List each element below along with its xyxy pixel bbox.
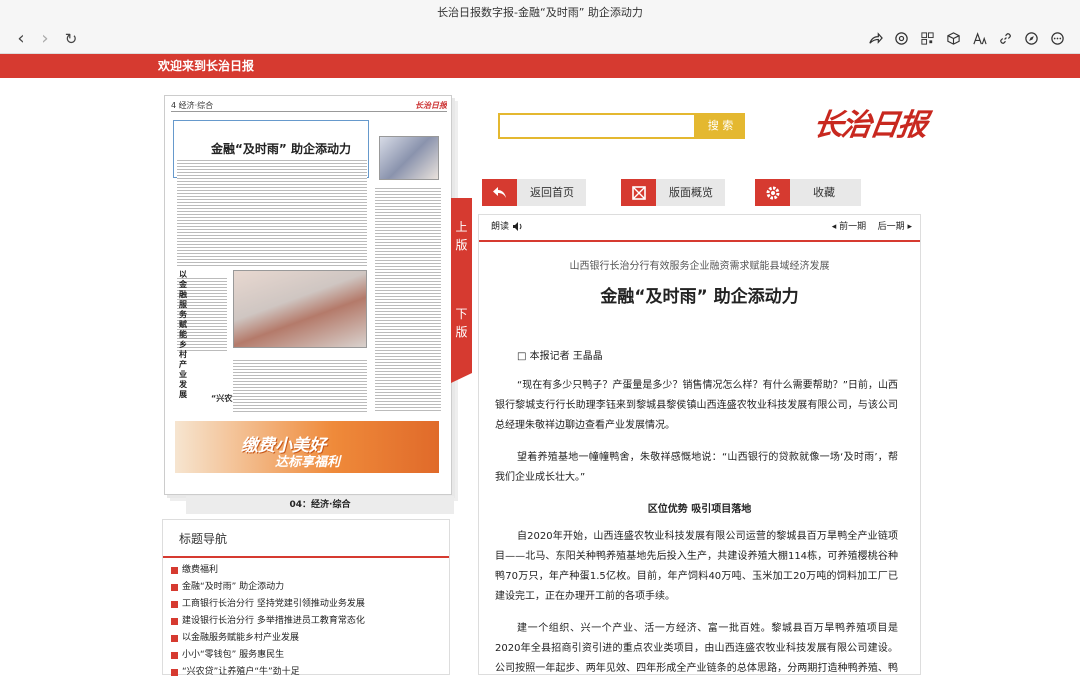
read-aloud-button[interactable]: 朗读 (491, 215, 524, 240)
forward-icon[interactable]: › (34, 29, 56, 51)
welcome-text: 欢迎来到长治日报 (158, 59, 255, 73)
overview-icon (621, 179, 656, 206)
favorite-button-label: 收藏 (813, 186, 835, 199)
ad-banner[interactable]: 缴费小美好 达标享福利 (175, 421, 439, 473)
nav-item-label[interactable]: “兴农贷”让养殖户“牛”劲十足 (182, 664, 300, 681)
link-icon[interactable] (997, 30, 1014, 47)
nav-item[interactable]: “兴农贷”让养殖户“牛”劲十足 (171, 664, 449, 681)
nav-item-label[interactable]: 以金融服务赋能乡村产业发展 (182, 630, 299, 647)
search-button[interactable]: 搜 索 (696, 113, 745, 139)
compass-icon[interactable] (1023, 30, 1040, 47)
next-page-tab[interactable]: 下版 (451, 285, 472, 383)
share-icon[interactable] (867, 30, 884, 47)
browser-toolbar: ‹ › ↻ (0, 26, 1080, 54)
newspaper-page-image[interactable]: 4 经济·综合 长治日报 金融“及时雨” 助企添动力 以金融服务赋能乡村产业发展… (171, 100, 447, 492)
lead-article-title[interactable]: 金融“及时雨” 助企添动力 (211, 140, 351, 157)
article-headline: 金融“及时雨” 助企添动力 (600, 287, 799, 307)
reload-icon[interactable]: ↻ (60, 29, 82, 51)
masthead: 长治日报 (415, 101, 447, 110)
more-icon[interactable] (1049, 30, 1066, 47)
text-block (177, 158, 367, 268)
article-byline: □ 本报记者 王晶晶 (517, 351, 603, 362)
nav-item-label[interactable]: 工商银行长治分行 坚持党建引领推动业务发展 (182, 596, 365, 613)
bullet-icon (171, 601, 178, 608)
prev-issue-link[interactable]: ◂ 前一期 (832, 222, 866, 232)
window-title: 长治日报数字报-金融“及时雨” 助企添动力 (0, 0, 1080, 26)
brand-logo: 长治日报 (811, 108, 928, 143)
back-icon[interactable]: ‹ (10, 29, 32, 51)
bullet-icon (171, 584, 178, 591)
newspaper-page[interactable]: 4 经济·综合 长治日报 金融“及时雨” 助企添动力 以金融服务赋能乡村产业发展… (164, 95, 452, 495)
prev-page-tab[interactable]: 上版 (451, 198, 472, 296)
home-button[interactable]: 返回首页 (482, 179, 586, 206)
favorite-button[interactable]: 收藏 (755, 179, 861, 206)
cube-icon[interactable] (945, 30, 962, 47)
page-number[interactable]: 04：经济·综合 (186, 496, 454, 514)
bullet-icon (171, 652, 178, 659)
nav-item[interactable]: 以金融服务赋能乡村产业发展 (171, 630, 449, 647)
return-icon (482, 179, 517, 206)
text-block (233, 358, 367, 414)
title-nav: 标题导航 缴费福利 金融“及时雨” 助企添动力 工商银行长治分行 坚持党建引领推… (162, 519, 450, 677)
nav-item-label[interactable]: 缴费福利 (182, 562, 218, 579)
overview-button-label: 版面概览 (669, 186, 713, 199)
next-issue-link[interactable]: 后一期 ▸ (878, 222, 912, 232)
settings-icon[interactable] (893, 30, 910, 47)
vertical-headline: 以金融服务赋能乡村产业发展 (179, 270, 187, 399)
title-nav-heading: 标题导航 (163, 520, 449, 558)
nav-item-label[interactable]: 小小“零钱包” 服务惠民生 (182, 647, 284, 664)
ad-line2: 达标享福利 (275, 455, 341, 470)
text-block (375, 186, 441, 411)
article-toolbar: 朗读 ◂ 前一期 后一期 ▸ (479, 215, 920, 242)
speaker-icon (512, 222, 522, 231)
nav-item[interactable]: 建设银行长治分行 多举措推进员工教育常态化 (171, 613, 449, 630)
prev-issue-label: 前一期 (839, 222, 867, 232)
next-issue-label: 后一期 (877, 222, 905, 232)
header-bar: 欢迎来到长治日报 (0, 54, 1080, 78)
page-header: 4 经济·综合 长治日报 (171, 100, 447, 112)
nav-item-label[interactable]: 建设银行长治分行 多举措推进员工教育常态化 (182, 613, 365, 630)
section-heading: 区位优势 吸引项目落地 (647, 504, 752, 515)
article-paragraph: “现在有多少只鸭子？产蛋量是多少？销售情况怎么样？有什么需要帮助？”日前，山西银… (495, 380, 898, 431)
article-paragraph: 望着养殖基地一幢幢鸭舍，朱敬祥感慨地说：“山西银行的贷款就像一场‘及时雨’，帮我… (495, 452, 898, 483)
nav-item[interactable]: 缴费福利 (171, 562, 449, 579)
nav-item[interactable]: 金融“及时雨” 助企添动力 (171, 579, 449, 596)
page-label: 4 经济·综合 (171, 101, 214, 110)
bullet-icon (171, 618, 178, 625)
article-paragraph: 建一个组织、兴一个产业、活一方经济、富一批百姓。黎城县百万旱鸭养殖项目是2020… (495, 623, 898, 674)
overview-button[interactable]: 版面概览 (621, 179, 725, 206)
gear-icon (755, 179, 790, 206)
home-button-label: 返回首页 (530, 186, 574, 199)
bullet-icon (171, 635, 178, 642)
font-icon[interactable] (971, 30, 988, 47)
photo-image[interactable] (233, 270, 367, 348)
article-subtitle: 山西银行长治分行有效服务企业融资需求赋能县域经济发展 (569, 261, 830, 272)
nav-item[interactable]: 工商银行长治分行 坚持党建引领推动业务发展 (171, 596, 449, 613)
article-paragraph: 自2020年开始，山西连盛农牧业科技发展有限公司运营的黎城县百万旱鸭全产业链项目… (495, 531, 898, 602)
search-input[interactable] (498, 113, 696, 139)
photo-image[interactable] (379, 136, 439, 180)
qrcode-icon[interactable] (919, 30, 936, 47)
bullet-icon (171, 567, 178, 574)
read-aloud-label: 朗读 (491, 222, 510, 232)
nav-item-label[interactable]: 金融“及时雨” 助企添动力 (182, 579, 284, 596)
nav-item[interactable]: 小小“零钱包” 服务惠民生 (171, 647, 449, 664)
article-panel: 朗读 ◂ 前一期 后一期 ▸ 山西银行长治分行有效服务企业融资需求赋能县域经济发… (478, 214, 921, 675)
